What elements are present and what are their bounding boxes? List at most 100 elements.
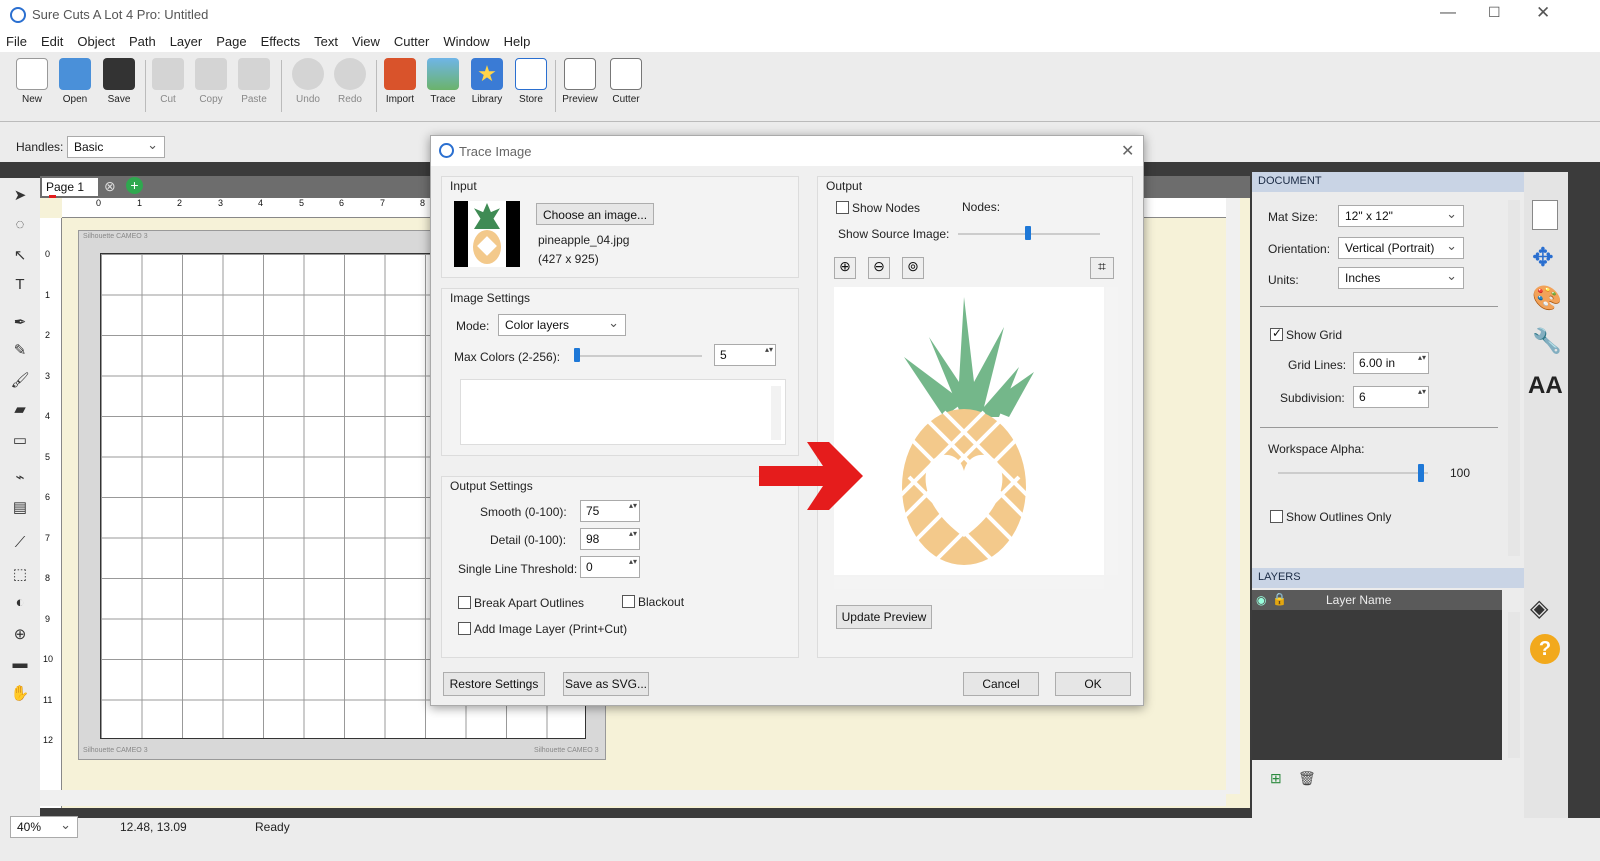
document-panel-scrollbar[interactable]: [1508, 200, 1520, 556]
color-list-scrollbar[interactable]: [771, 386, 781, 440]
pencil-icon[interactable]: ✎: [10, 341, 30, 361]
menu-layer[interactable]: Layer: [170, 34, 203, 49]
redo-button[interactable]: Redo: [328, 58, 372, 105]
menu-object[interactable]: Object: [77, 34, 115, 49]
library-button[interactable]: ★ Library: [465, 58, 509, 105]
menu-text[interactable]: Text: [314, 34, 338, 49]
canvas-horizontal-scrollbar[interactable]: [40, 790, 1226, 806]
undo-button[interactable]: Undo: [286, 58, 330, 105]
max-colors-thumb[interactable]: [574, 348, 580, 362]
menu-path[interactable]: Path: [129, 34, 156, 49]
page-tab[interactable]: Page 1: [42, 178, 98, 205]
menu-help[interactable]: Help: [504, 34, 531, 49]
handles-select[interactable]: Basic: [67, 136, 165, 158]
shape-tool-icon[interactable]: ◐: [10, 594, 30, 614]
source-image-opacity-thumb[interactable]: [1025, 226, 1031, 240]
workspace-alpha-thumb[interactable]: [1418, 464, 1424, 482]
max-colors-slider[interactable]: [576, 355, 702, 357]
transform-icon[interactable]: ⬚: [10, 565, 30, 585]
menu-view[interactable]: View: [352, 34, 380, 49]
trace-button[interactable]: Trace: [421, 58, 465, 105]
eyedropper-icon[interactable]: ⌁: [10, 468, 30, 488]
ok-button[interactable]: OK: [1055, 672, 1131, 696]
open-button[interactable]: Open: [53, 58, 97, 105]
paste-button[interactable]: Paste: [232, 58, 276, 105]
zoom-tool-icon[interactable]: ⊕: [10, 625, 30, 645]
units-select[interactable]: Inches: [1338, 267, 1464, 289]
hand-pan-icon[interactable]: ✋: [10, 684, 30, 704]
add-layer-icon[interactable]: ⊞: [1270, 770, 1282, 787]
import-button[interactable]: Import: [378, 58, 422, 105]
cutter-button[interactable]: Cutter: [604, 58, 648, 105]
maximize-icon[interactable]: ☐: [1488, 4, 1501, 21]
menu-page[interactable]: Page: [216, 34, 246, 49]
preview-button[interactable]: Preview: [558, 58, 602, 105]
max-colors-spinner[interactable]: 5: [714, 344, 776, 366]
move-arrows-icon[interactable]: ✥: [1532, 242, 1554, 273]
preview-horizontal-scrollbar[interactable]: [834, 577, 1104, 589]
ruler-tool-icon[interactable]: ▬: [10, 655, 30, 675]
store-button[interactable]: Store: [509, 58, 553, 105]
select-arrow-icon[interactable]: ➤: [10, 186, 30, 206]
close-icon[interactable]: ✕: [1536, 3, 1550, 23]
workspace-alpha-slider[interactable]: [1278, 472, 1428, 474]
cut-button[interactable]: Cut: [146, 58, 190, 105]
crop-icon[interactable]: ⌗: [1090, 257, 1114, 279]
smooth-spinner[interactable]: 75: [580, 500, 640, 522]
eraser-icon[interactable]: ▰: [10, 400, 30, 420]
mode-select[interactable]: Color layers: [498, 314, 626, 336]
layers-stack-icon[interactable]: ◈: [1530, 594, 1548, 623]
subdivision-spinner[interactable]: 6: [1353, 386, 1429, 408]
break-apart-checkbox[interactable]: [458, 595, 471, 610]
grid-lines-spinner[interactable]: 6.00 in: [1353, 352, 1429, 374]
close-page-icon[interactable]: ⊗: [104, 178, 116, 195]
pen-tool-icon[interactable]: ✒: [10, 313, 30, 333]
color-list[interactable]: [460, 379, 786, 445]
color-palette-icon[interactable]: 🎨: [1532, 284, 1562, 313]
trace-preview[interactable]: [834, 287, 1104, 575]
text-tool-icon[interactable]: T: [10, 276, 30, 296]
font-size-icon[interactable]: AA: [1528, 372, 1563, 400]
orientation-select[interactable]: Vertical (Portrait): [1338, 237, 1464, 259]
help-icon[interactable]: ?: [1530, 634, 1560, 664]
zoom-out-icon[interactable]: ⊖: [868, 257, 890, 279]
minimize-icon[interactable]: —: [1440, 4, 1456, 22]
lasso-icon[interactable]: ◌: [10, 216, 30, 236]
mat-size-select[interactable]: 12" x 12": [1338, 205, 1464, 227]
add-page-icon[interactable]: +: [126, 177, 143, 194]
cancel-button[interactable]: Cancel: [963, 672, 1039, 696]
detail-spinner[interactable]: 98: [580, 528, 640, 550]
zoom-fit-icon[interactable]: ⊚: [902, 257, 924, 279]
zoom-in-icon[interactable]: ⊕: [834, 257, 856, 279]
show-grid-checkbox[interactable]: [1270, 326, 1283, 342]
menu-effects[interactable]: Effects: [261, 34, 301, 49]
choose-image-button[interactable]: Choose an image...: [536, 203, 654, 225]
show-nodes-checkbox[interactable]: [836, 200, 849, 215]
layers-list[interactable]: [1252, 610, 1502, 760]
show-outlines-checkbox[interactable]: [1270, 509, 1283, 524]
eye-visibility-icon[interactable]: ◉: [1256, 593, 1266, 607]
save-as-svg-button[interactable]: Save as SVG...: [563, 672, 649, 696]
add-image-layer-checkbox[interactable]: [458, 621, 471, 636]
single-line-threshold-spinner[interactable]: 0: [580, 556, 640, 578]
gradient-icon[interactable]: ▤: [10, 498, 30, 518]
preview-vertical-scrollbar[interactable]: [1106, 287, 1118, 575]
canvas-vertical-scrollbar[interactable]: [1226, 198, 1240, 794]
document-page-icon[interactable]: [1532, 200, 1558, 230]
new-button[interactable]: New: [10, 58, 54, 105]
zoom-select[interactable]: 40%: [10, 816, 78, 838]
layers-scrollbar[interactable]: [1508, 612, 1520, 758]
wrench-icon[interactable]: 🔧: [1532, 327, 1562, 356]
menu-cutter[interactable]: Cutter: [394, 34, 429, 49]
delete-layer-icon[interactable]: 🗑: [1298, 770, 1316, 787]
copy-button[interactable]: Copy: [189, 58, 233, 105]
save-button[interactable]: Save: [97, 58, 141, 105]
rectangle-tool-icon[interactable]: ▭: [10, 431, 30, 451]
lock-icon[interactable]: 🔒: [1272, 592, 1287, 606]
dialog-close-icon[interactable]: ✕: [1121, 141, 1134, 161]
node-edit-icon[interactable]: ↖: [10, 246, 30, 266]
menu-edit[interactable]: Edit: [41, 34, 63, 49]
menu-window[interactable]: Window: [443, 34, 489, 49]
restore-settings-button[interactable]: Restore Settings: [443, 672, 545, 696]
update-preview-button[interactable]: Update Preview: [836, 605, 932, 629]
